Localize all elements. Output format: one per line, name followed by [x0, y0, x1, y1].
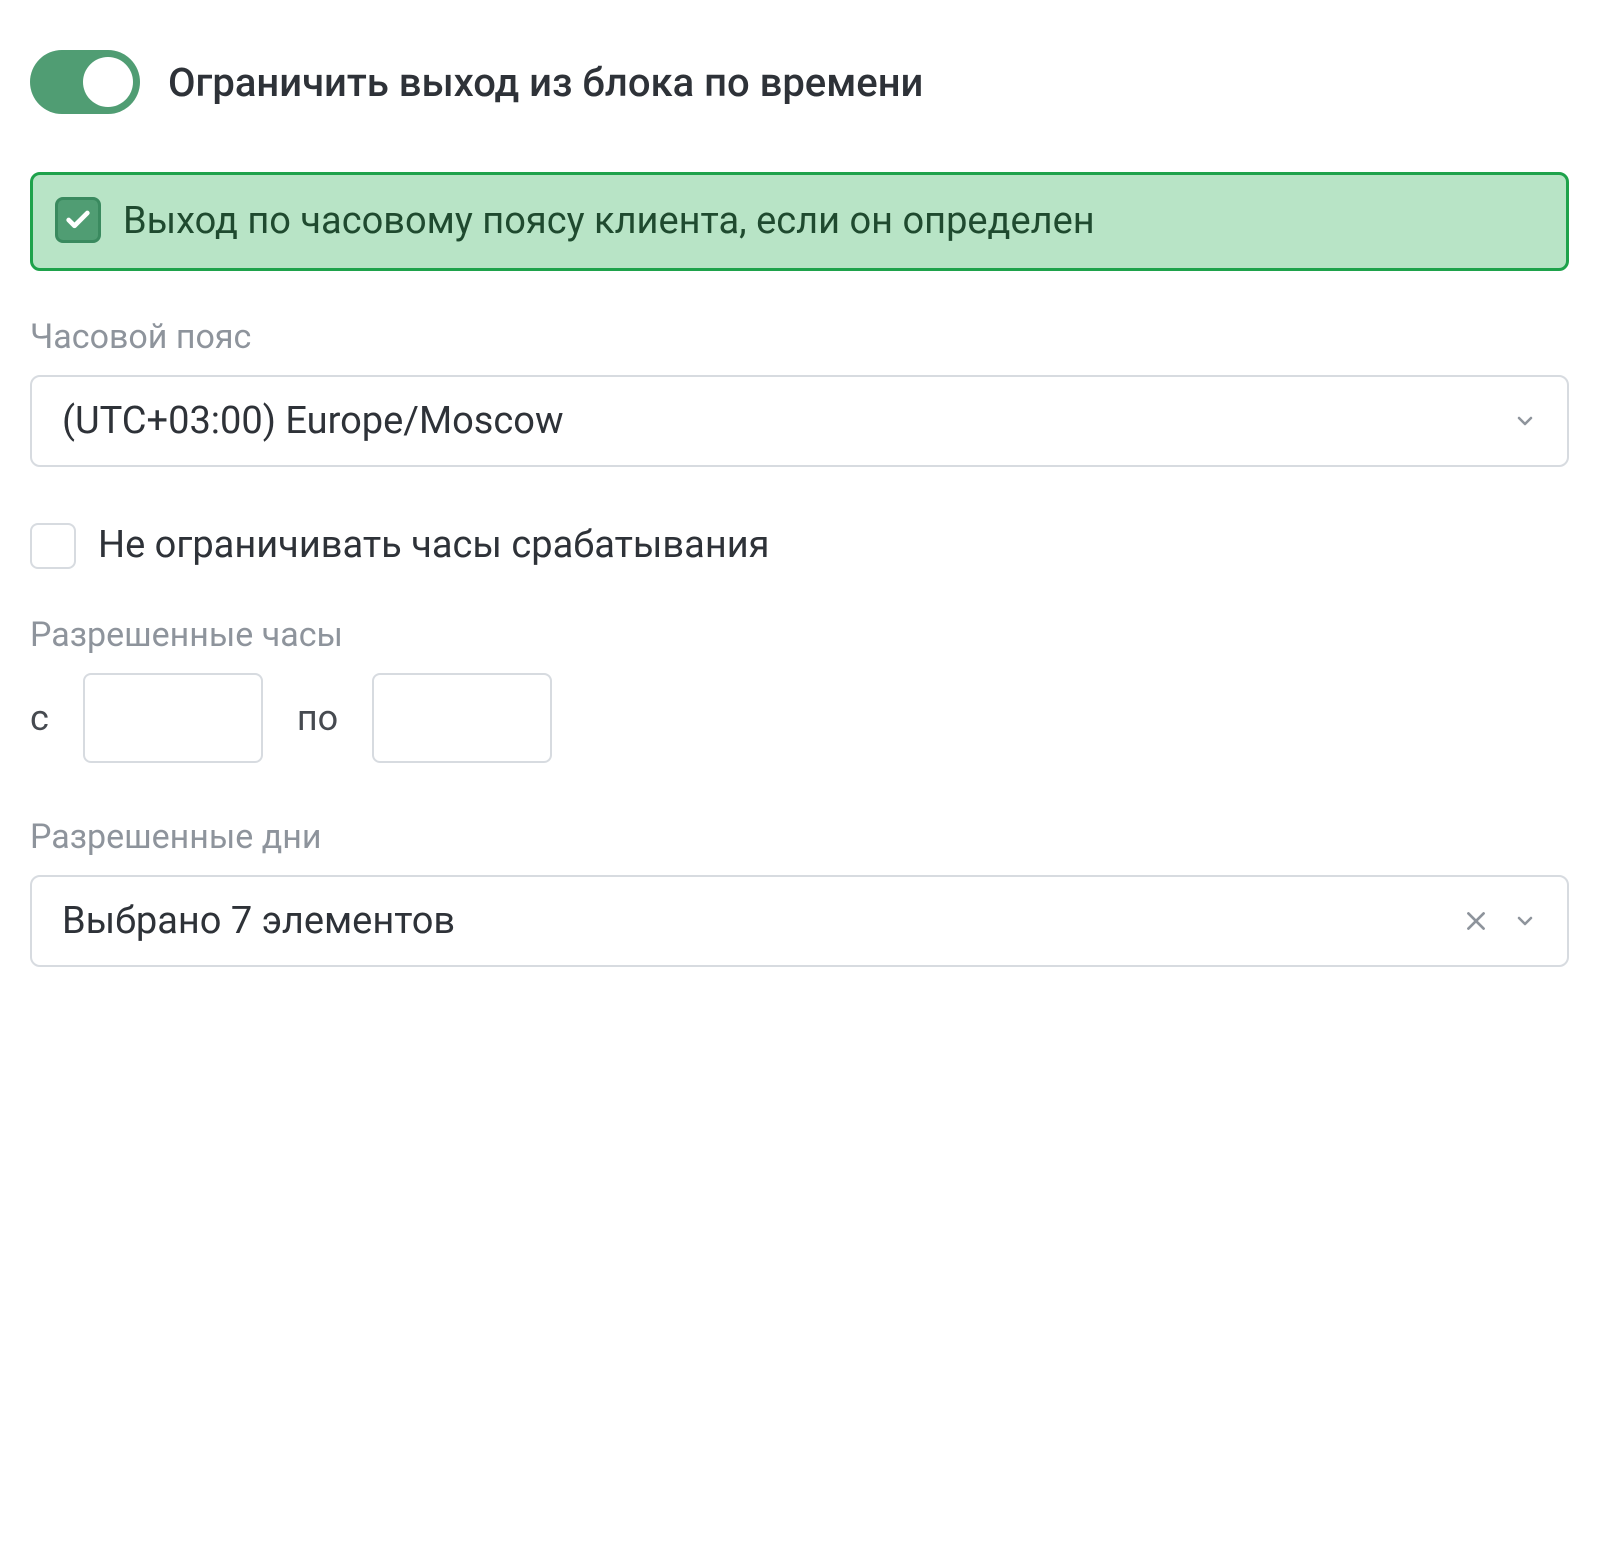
unrestricted-hours-checkbox[interactable] — [30, 523, 76, 569]
limit-exit-toggle-row: Ограничить выход из блока по времени — [30, 50, 1569, 114]
limit-exit-toggle-label: Ограничить выход из блока по времени — [168, 59, 923, 106]
hours-to-input[interactable] — [372, 673, 552, 763]
allowed-days-value: Выбрано 7 элементов — [62, 899, 455, 943]
limit-exit-toggle[interactable] — [30, 50, 140, 114]
timezone-select[interactable]: (UTC+03:00) Europe/Moscow — [30, 375, 1569, 467]
chevron-down-icon — [1513, 909, 1537, 933]
toggle-knob — [83, 57, 133, 107]
client-timezone-label: Выход по часовому поясу клиента, если он… — [123, 195, 1095, 248]
client-timezone-checkbox[interactable] — [55, 197, 101, 243]
timezone-value: (UTC+03:00) Europe/Moscow — [62, 399, 564, 443]
hours-from-input[interactable] — [83, 673, 263, 763]
unrestricted-hours-label: Не ограничивать часы срабатывания — [98, 523, 770, 567]
hours-from-label: с — [30, 697, 49, 739]
client-timezone-panel: Выход по часовому поясу клиента, если он… — [30, 172, 1569, 271]
unrestricted-hours-row: Не ограничивать часы срабатывания — [30, 521, 1569, 569]
allowed-days-select[interactable]: Выбрано 7 элементов — [30, 875, 1569, 967]
allowed-hours-row: с по — [30, 673, 1569, 763]
allowed-days-label: Разрешенные дни — [30, 817, 1569, 857]
chevron-down-icon — [1513, 409, 1537, 433]
check-icon — [64, 206, 92, 234]
timezone-label: Часовой пояс — [30, 317, 1569, 357]
hours-to-label: по — [297, 697, 338, 739]
allowed-hours-label: Разрешенные часы — [30, 615, 1569, 655]
clear-icon[interactable] — [1463, 908, 1489, 934]
